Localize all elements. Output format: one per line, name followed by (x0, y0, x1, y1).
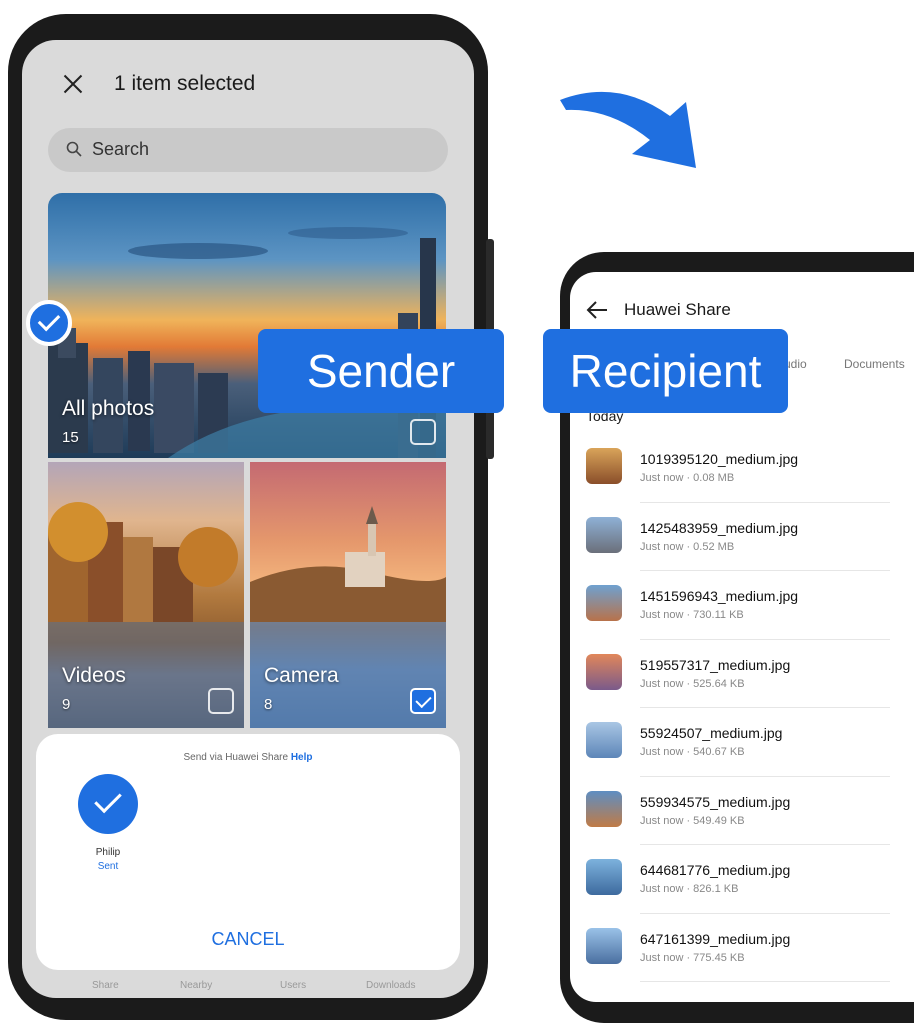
file-name: 1019395120_medium.jpg (640, 451, 799, 467)
album-checkbox[interactable] (208, 688, 234, 714)
file-meta: Just now · 0.08 MB (640, 472, 735, 484)
sender-label: Sender (258, 329, 504, 413)
search-placeholder: Search (92, 139, 150, 159)
file-meta: Just now · 775.45 KB (640, 951, 745, 964)
selected-check-icon[interactable] (26, 300, 72, 346)
album-checkbox-checked[interactable] (410, 688, 436, 714)
divider (640, 775, 890, 777)
album-label: Videos (62, 664, 126, 687)
received-file-list: 1019395120_medium.jpg Just now · 0.08 MB 1… (586, 440, 890, 988)
file-name: 1425483959_medium.jpg (640, 519, 799, 536)
divider (640, 638, 890, 640)
file-name: 1451596943_medium.jpg (640, 588, 799, 604)
divider (640, 912, 890, 914)
transfer-arrow-icon (560, 91, 696, 168)
file-thumbnail (586, 927, 622, 964)
file-meta: Just now · 540.67 KB (640, 746, 745, 758)
album-videos[interactable]: Videos 9 (48, 462, 244, 728)
selection-header: 1 item selected (22, 70, 474, 100)
divider (640, 707, 890, 708)
nav-item[interactable]: Nearby (180, 980, 212, 991)
file-thumbnail (586, 448, 622, 484)
bottom-nav: Share Nearby Users Downloads (22, 978, 474, 998)
album-count: 8 (264, 696, 273, 713)
share-sheet-title: Send via Huawei Share Help (36, 752, 460, 763)
album-camera[interactable]: Camera 8 (250, 462, 446, 728)
file-row[interactable]: 519557317_medium.jpg Just now · 525.64 KB (586, 646, 890, 715)
file-thumbnail (586, 790, 622, 827)
file-thumbnail (586, 859, 622, 895)
file-meta: Just now · 0.52 MB (640, 540, 735, 553)
file-meta: Just now · 826.1 KB (640, 883, 739, 895)
device-status: Sent (97, 861, 119, 872)
device-target-button[interactable] (78, 774, 138, 834)
album-checkbox[interactable] (410, 419, 436, 445)
share-sheet: Send via Huawei Share Help Philip Sent C… (36, 734, 460, 970)
tab-documents[interactable]: Documents (844, 357, 905, 371)
selection-title: 1 item selected (114, 72, 256, 95)
album-label: All photos (62, 397, 155, 420)
divider (640, 844, 890, 845)
nav-item[interactable]: Users (280, 980, 306, 991)
sender-screen: 1 item selected Search All photos 15 Vid… (22, 40, 474, 998)
file-thumbnail (586, 722, 622, 758)
file-thumbnail (586, 653, 622, 690)
file-row[interactable]: 644681776_medium.jpg Just now · 826.1 KB (586, 851, 890, 920)
album-all-photos[interactable]: All photos 15 (48, 193, 446, 458)
file-row[interactable]: 1019395120_medium.jpg Just now · 0.08 MB (586, 440, 890, 509)
close-icon[interactable] (60, 72, 86, 98)
file-meta: Just now · 730.11 KB (640, 609, 744, 621)
file-thumbnail (586, 516, 622, 553)
device-name: Philip (95, 847, 121, 858)
file-row[interactable]: 1425483959_medium.jpg Just now · 0.52 MB (586, 509, 890, 578)
file-row[interactable]: 647161399_medium.jpg Just now · 775.45 KB (586, 920, 890, 989)
recipient-title: Huawei Share (624, 300, 731, 319)
file-row[interactable]: 559934575_medium.jpg Just now · 549.49 KB (586, 783, 890, 852)
file-name: 647161399_medium.jpg (640, 930, 791, 947)
recipient-label: Recipient (543, 329, 788, 413)
file-name: 55924507_medium.jpg (640, 725, 783, 741)
file-row[interactable]: 1451596943_medium.jpg Just now · 730.11 K… (586, 577, 890, 646)
file-meta: Just now · 549.49 KB (640, 814, 745, 827)
file-name: 559934575_medium.jpg (640, 793, 791, 810)
file-thumbnail (586, 585, 622, 621)
file-row[interactable]: 55924507_medium.jpg Just now · 540.67 KB (586, 714, 890, 783)
album-count: 15 (62, 429, 79, 446)
divider (640, 570, 890, 571)
stage: 1 item selected Search All photos 15 Vid… (0, 0, 914, 1023)
nav-item[interactable]: Downloads (366, 980, 415, 991)
nav-item[interactable]: Share (92, 980, 119, 991)
cancel-button[interactable]: CANCEL (36, 929, 460, 950)
file-meta: Just now · 525.64 KB (640, 677, 745, 690)
share-sheet-title-text: Send via Huawei Share (183, 752, 289, 763)
back-arrow-icon[interactable] (586, 300, 608, 320)
file-name: 519557317_medium.jpg (640, 656, 791, 673)
sender-phone: 1 item selected Search All photos 15 Vid… (8, 14, 494, 1020)
file-name: 644681776_medium.jpg (640, 862, 791, 878)
divider (640, 981, 890, 982)
help-link[interactable]: Help (291, 752, 313, 763)
divider (640, 501, 890, 503)
search-icon (66, 141, 82, 157)
album-count: 9 (62, 696, 71, 713)
search-bar[interactable]: Search (48, 128, 448, 172)
album-label: Camera (264, 664, 339, 687)
